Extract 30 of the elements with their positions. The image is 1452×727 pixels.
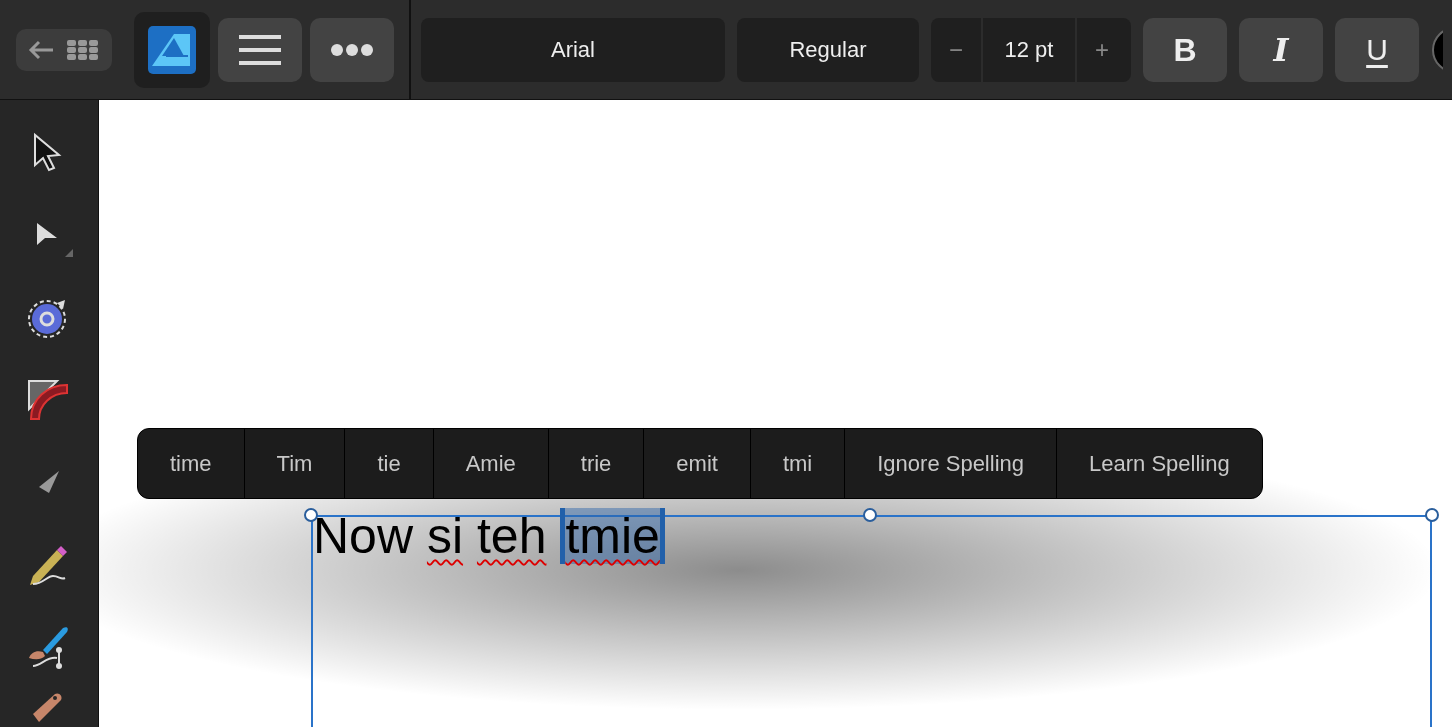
menu-icon <box>239 34 281 65</box>
spelling-suggestion[interactable]: Tim <box>244 429 346 498</box>
spelling-suggestion[interactable]: Learn Spelling <box>1057 429 1262 498</box>
more-icon <box>331 43 373 56</box>
more-options-button[interactable] <box>310 17 394 82</box>
bold-button[interactable]: B <box>1143 17 1227 82</box>
resize-handle[interactable] <box>304 508 318 522</box>
pen-tool-icon <box>39 471 59 494</box>
font-size-value[interactable]: 12 pt <box>981 17 1077 82</box>
italic-button[interactable]: I <box>1239 17 1323 82</box>
back-to-home-button[interactable] <box>16 28 112 71</box>
app-logo-icon <box>148 25 196 74</box>
spelling-suggestion[interactable]: tmi <box>750 429 846 498</box>
spelling-suggestion[interactable]: Ignore Spelling <box>845 429 1057 498</box>
font-style-dropdown[interactable]: Regular <box>737 17 919 82</box>
increase-size-button[interactable]: + <box>1077 17 1127 82</box>
spelling-suggestion[interactable]: emit <box>644 429 751 498</box>
underline-button[interactable]: U <box>1335 17 1419 82</box>
spelling-suggestion[interactable]: tie <box>345 429 434 498</box>
spelling-suggestion[interactable]: Amie <box>433 429 549 498</box>
menu-button[interactable] <box>218 17 302 82</box>
back-grid-icon <box>27 37 101 62</box>
decrease-size-button[interactable]: − <box>931 17 981 82</box>
resize-handle[interactable] <box>1425 508 1439 522</box>
app-logo-button[interactable] <box>134 11 210 88</box>
font-family-dropdown[interactable]: Arial <box>421 17 725 82</box>
resize-handle[interactable] <box>863 508 877 522</box>
text-line[interactable]: Now si teh tmie <box>313 511 1430 561</box>
spelling-suggestion[interactable]: trie <box>548 429 645 498</box>
spelling-suggestion[interactable]: time <box>138 429 245 498</box>
